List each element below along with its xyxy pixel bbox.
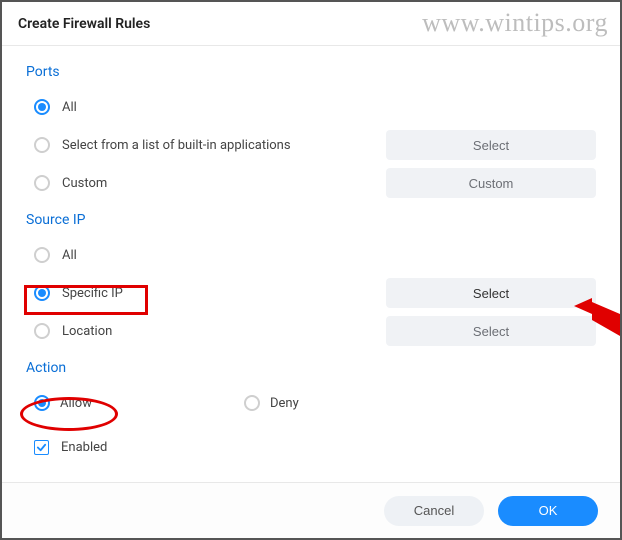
select-button-ports-list[interactable]: Select xyxy=(386,130,596,160)
radio-icon xyxy=(34,395,50,411)
radio-option-sourceip-specific[interactable]: Specific IP xyxy=(26,285,386,301)
radio-label: Custom xyxy=(62,176,107,191)
select-button-sourceip-location[interactable]: Select xyxy=(386,316,596,346)
section-title-ports: Ports xyxy=(26,54,596,88)
ports-row-list: Select from a list of built-in applicati… xyxy=(26,126,596,164)
dialog-titlebar: Create Firewall Rules xyxy=(2,2,620,46)
radio-icon xyxy=(34,323,50,339)
ports-row-custom: Custom Custom xyxy=(26,164,596,202)
cancel-button[interactable]: Cancel xyxy=(384,496,484,526)
radio-label: Select from a list of built-in applicati… xyxy=(62,138,291,153)
radio-label: Allow xyxy=(60,396,92,411)
radio-icon xyxy=(34,247,50,263)
section-title-source-ip: Source IP xyxy=(26,202,596,236)
section-title-action: Action xyxy=(26,350,596,384)
radio-option-sourceip-all[interactable]: All xyxy=(26,247,596,263)
radio-option-ports-list[interactable]: Select from a list of built-in applicati… xyxy=(26,137,386,153)
checkbox-enabled[interactable]: Enabled xyxy=(26,440,596,455)
dialog-create-firewall-rules: www.wintips.org Create Firewall Rules Po… xyxy=(0,0,622,540)
dialog-title: Create Firewall Rules xyxy=(18,16,150,32)
radio-label: All xyxy=(62,248,77,263)
sourceip-row-specific: Specific IP Select xyxy=(26,274,596,312)
radio-label: Deny xyxy=(270,396,299,411)
radio-icon xyxy=(34,175,50,191)
radio-option-action-allow[interactable]: Allow xyxy=(26,395,236,411)
sourceip-row-all: All xyxy=(26,236,596,274)
ok-button[interactable]: OK xyxy=(498,496,598,526)
checkbox-label: Enabled xyxy=(61,440,107,455)
radio-option-action-deny[interactable]: Deny xyxy=(236,395,446,411)
sourceip-row-location: Location Select xyxy=(26,312,596,350)
radio-label: Location xyxy=(62,324,112,339)
dialog-content: Ports All Select from a list of built-in… xyxy=(2,46,620,466)
dialog-footer: Cancel OK xyxy=(2,482,620,538)
radio-icon xyxy=(34,137,50,153)
custom-button-ports[interactable]: Custom xyxy=(386,168,596,198)
check-icon xyxy=(34,440,49,455)
radio-icon xyxy=(244,395,260,411)
action-row: Allow Deny xyxy=(26,384,596,422)
select-button-sourceip-specific[interactable]: Select xyxy=(386,278,596,308)
radio-option-ports-all[interactable]: All xyxy=(26,99,596,115)
ports-row-all: All xyxy=(26,88,596,126)
radio-icon xyxy=(34,99,50,115)
enabled-row: Enabled xyxy=(26,428,596,466)
radio-label: All xyxy=(62,100,77,115)
radio-option-sourceip-location[interactable]: Location xyxy=(26,323,386,339)
radio-icon xyxy=(34,285,50,301)
radio-option-ports-custom[interactable]: Custom xyxy=(26,175,386,191)
radio-label: Specific IP xyxy=(62,286,123,301)
